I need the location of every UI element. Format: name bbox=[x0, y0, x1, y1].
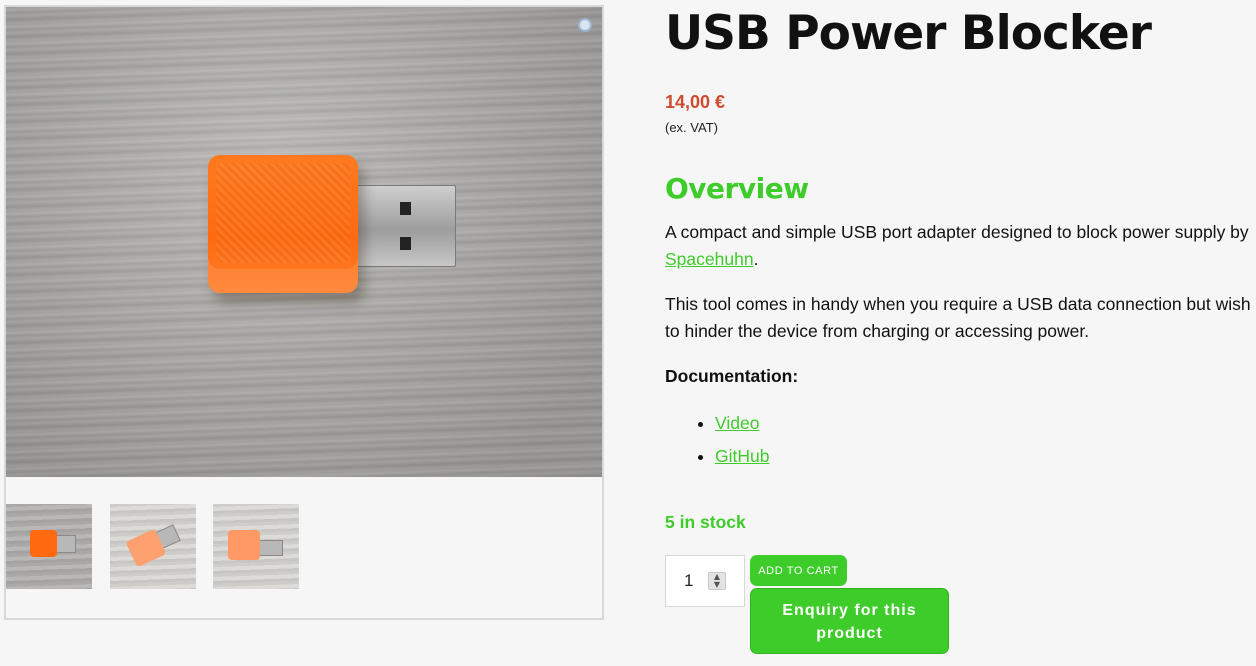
stock-status: 5 in stock bbox=[665, 512, 746, 532]
usb-plug-orange-body bbox=[208, 155, 358, 293]
github-link[interactable]: GitHub bbox=[715, 446, 769, 466]
thumbnail-3[interactable] bbox=[213, 504, 299, 589]
description-paragraph-1: A compact and simple USB port adapter de… bbox=[665, 219, 1255, 273]
video-link[interactable]: Video bbox=[715, 413, 759, 433]
product-price: 14,00 € bbox=[665, 92, 726, 112]
quantity-value[interactable]: 1 bbox=[684, 571, 693, 591]
thumbnail-2[interactable] bbox=[110, 504, 196, 589]
product-gallery bbox=[4, 5, 604, 620]
usb-plug-metal bbox=[351, 185, 456, 267]
spinner-arrows-icon[interactable]: ▲ ▼ bbox=[708, 572, 726, 590]
enquiry-button[interactable]: Enquiry for this product bbox=[750, 588, 949, 654]
add-to-cart-button[interactable]: ADD TO CART bbox=[750, 555, 847, 586]
quantity-stepper[interactable]: 1 ▲ ▼ bbox=[665, 555, 745, 607]
description-text: A compact and simple USB port adapter de… bbox=[665, 222, 1249, 242]
product-main-image[interactable] bbox=[6, 7, 602, 477]
list-item: GitHub bbox=[715, 443, 769, 476]
zoom-icon[interactable] bbox=[578, 18, 592, 32]
documentation-list: Video GitHub bbox=[701, 410, 769, 476]
documentation-heading: Documentation: bbox=[665, 366, 799, 386]
overview-heading: Overview bbox=[665, 172, 809, 205]
product-title: USB Power Blocker bbox=[665, 6, 1152, 61]
description-paragraph-2: This tool comes in handy when you requir… bbox=[665, 294, 1251, 341]
list-item: Video bbox=[715, 410, 769, 443]
spacehuhn-link[interactable]: Spacehuhn bbox=[665, 249, 754, 269]
description-period: . bbox=[753, 249, 759, 269]
thumbnail-1[interactable] bbox=[6, 504, 92, 589]
vat-note: (ex. VAT) bbox=[665, 120, 718, 135]
